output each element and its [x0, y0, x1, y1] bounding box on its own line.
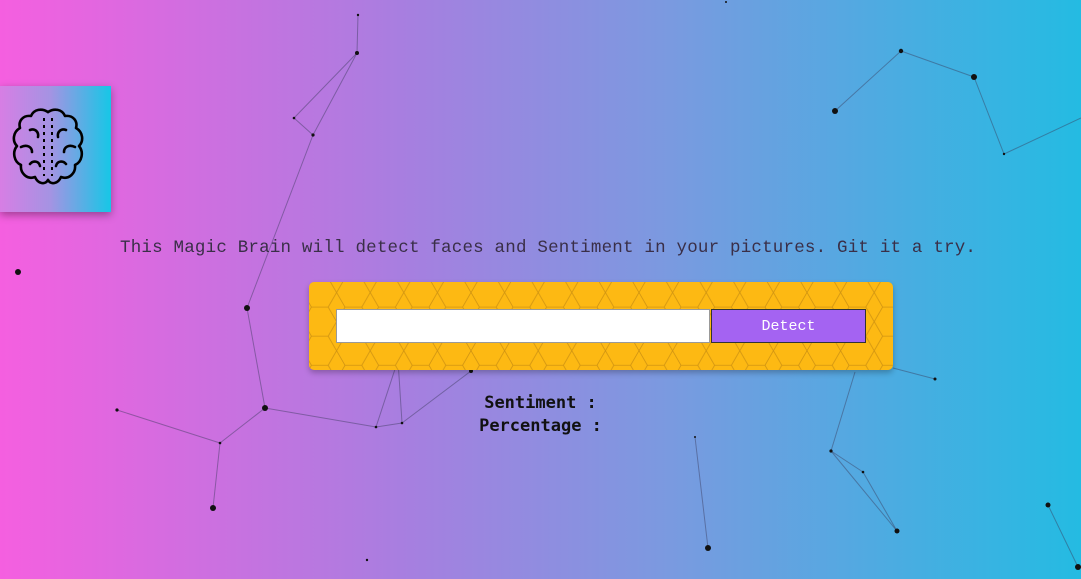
brain-icon: [12, 108, 84, 185]
detect-button[interactable]: Detect: [711, 309, 866, 343]
sentiment-label: Sentiment :: [484, 393, 597, 413]
image-url-input[interactable]: [336, 309, 710, 343]
intro-text: This Magic Brain will detect faces and S…: [120, 238, 977, 258]
logo[interactable]: [0, 86, 111, 212]
percentage-label: Percentage :: [479, 416, 602, 436]
image-url-form: Detect: [309, 282, 893, 370]
